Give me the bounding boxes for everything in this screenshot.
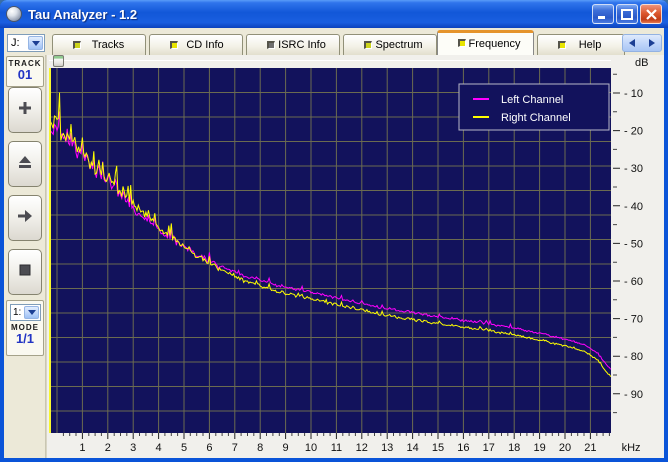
- title-bar[interactable]: Tau Analyzer - 1.2: [0, 0, 668, 28]
- tab-cd-info[interactable]: CD Info: [149, 34, 243, 55]
- tab-label: ISRC Info: [278, 39, 326, 51]
- drive-combo[interactable]: J:: [7, 34, 45, 52]
- tab-indicator-icon: [558, 41, 566, 49]
- maximize-button[interactable]: [616, 4, 638, 24]
- x-tick-label: 2: [105, 442, 111, 454]
- drive-combo-value: J:: [11, 37, 20, 49]
- app-window: Tau Analyzer - 1.2 J: Tracks CD Info ISRC …: [0, 0, 668, 462]
- x-tick-label: 8: [257, 442, 263, 454]
- x-tick-label: 4: [156, 442, 162, 454]
- x-tick-label: 11: [331, 442, 342, 454]
- x-tick-label: 7: [232, 442, 238, 454]
- y-tick-label: - 60: [624, 276, 643, 288]
- tab-label: CD Info: [186, 39, 223, 51]
- y-tick-label: - 90: [624, 389, 643, 401]
- window-title: Tau Analyzer - 1.2: [28, 7, 590, 22]
- x-tick-label: 10: [305, 442, 317, 454]
- y-axis-unit-label: dB: [635, 57, 648, 69]
- x-tick-label: 15: [432, 442, 444, 454]
- y-tick-label: - 10: [624, 88, 643, 100]
- x-tick-label: 6: [206, 442, 212, 454]
- x-tick-label: 21: [584, 442, 596, 454]
- tab-indicator-icon: [267, 41, 275, 49]
- x-axis-major-ticks: [82, 433, 590, 439]
- x-tick-label: 14: [406, 442, 418, 454]
- x-tick-label: 18: [508, 442, 520, 454]
- tab-indicator-icon: [458, 39, 466, 47]
- tab-scroll-left-icon[interactable]: [629, 39, 635, 47]
- legend-label: Left Channel: [501, 94, 563, 106]
- close-button[interactable]: [640, 4, 662, 24]
- x-tick-label: 9: [283, 442, 289, 454]
- x-tick-label: 17: [483, 442, 495, 454]
- tab-label: Frequency: [469, 38, 521, 50]
- minimize-icon: [597, 9, 609, 19]
- next-button[interactable]: [8, 195, 42, 241]
- tab-spectrum[interactable]: Spectrum: [343, 34, 437, 55]
- y-tick-label: - 40: [624, 201, 643, 213]
- stop-icon: [19, 263, 31, 281]
- tab-strip: J: Tracks CD Info ISRC Info Spectrum Frequen…: [4, 28, 664, 55]
- mode-value: 1/1: [7, 332, 43, 345]
- x-tick-label: 16: [457, 442, 469, 454]
- x-tick-label: 13: [381, 442, 393, 454]
- tab-scroll-right-icon[interactable]: [649, 39, 655, 47]
- arrow-right-icon: [17, 209, 33, 227]
- tab-frequency[interactable]: Frequency: [437, 30, 534, 55]
- drive-combo-dropdown[interactable]: [28, 36, 43, 50]
- y-tick-label: - 30: [624, 163, 643, 175]
- x-tick-label: 1: [79, 442, 85, 454]
- add-button[interactable]: [8, 87, 42, 133]
- app-icon: [6, 6, 22, 22]
- x-tick-label: 3: [130, 442, 136, 454]
- plus-icon: [18, 101, 32, 120]
- stop-button[interactable]: [8, 249, 42, 295]
- track-panel: TRACK 01: [6, 56, 44, 87]
- y-tick-label: - 80: [624, 351, 643, 363]
- chevron-down-icon: [28, 310, 36, 315]
- legend-label: Right Channel: [501, 112, 571, 124]
- mode-panel: 1: MODE 1/1: [6, 300, 44, 356]
- mode-combo[interactable]: 1:: [10, 304, 41, 321]
- close-icon: [646, 9, 657, 20]
- eject-button[interactable]: [8, 141, 42, 187]
- mode-combo-dropdown[interactable]: [24, 306, 39, 319]
- tab-scroll-control: [622, 34, 662, 52]
- chart-region: 123456789101112131415161718192021kHz- 10…: [46, 55, 664, 458]
- tab-isrc-info[interactable]: ISRC Info: [246, 34, 340, 55]
- tab-label: Tracks: [92, 39, 125, 51]
- x-axis-unit-label: kHz: [622, 442, 641, 454]
- y-tick-label: - 20: [624, 126, 643, 138]
- frequency-chart: 123456789101112131415161718192021kHz- 10…: [47, 55, 665, 458]
- tab-indicator-icon: [73, 41, 81, 49]
- y-tick-label: - 70: [624, 314, 643, 326]
- tab-label: Help: [579, 39, 602, 51]
- y-axis-major-ticks: [613, 93, 620, 394]
- tab-tracks[interactable]: Tracks: [52, 34, 146, 55]
- tab-label: Spectrum: [375, 39, 422, 51]
- minimize-button[interactable]: [592, 4, 614, 24]
- x-tick-label: 5: [181, 442, 187, 454]
- track-number: 01: [7, 68, 43, 81]
- mode-combo-value: 1:: [13, 307, 21, 318]
- x-tick-label: 12: [356, 442, 368, 454]
- sidebar: TRACK 01 1: MODE 1/1: [4, 55, 46, 458]
- maximize-icon: [621, 9, 633, 20]
- x-tick-label: 19: [533, 442, 545, 454]
- x-tick-label: 20: [559, 442, 571, 454]
- chevron-down-icon: [32, 41, 40, 46]
- eject-icon: [18, 155, 32, 173]
- tab-indicator-icon: [170, 41, 178, 49]
- y-tick-label: - 50: [624, 238, 643, 250]
- tab-indicator-icon: [364, 41, 372, 49]
- tab-help[interactable]: Help: [537, 34, 625, 55]
